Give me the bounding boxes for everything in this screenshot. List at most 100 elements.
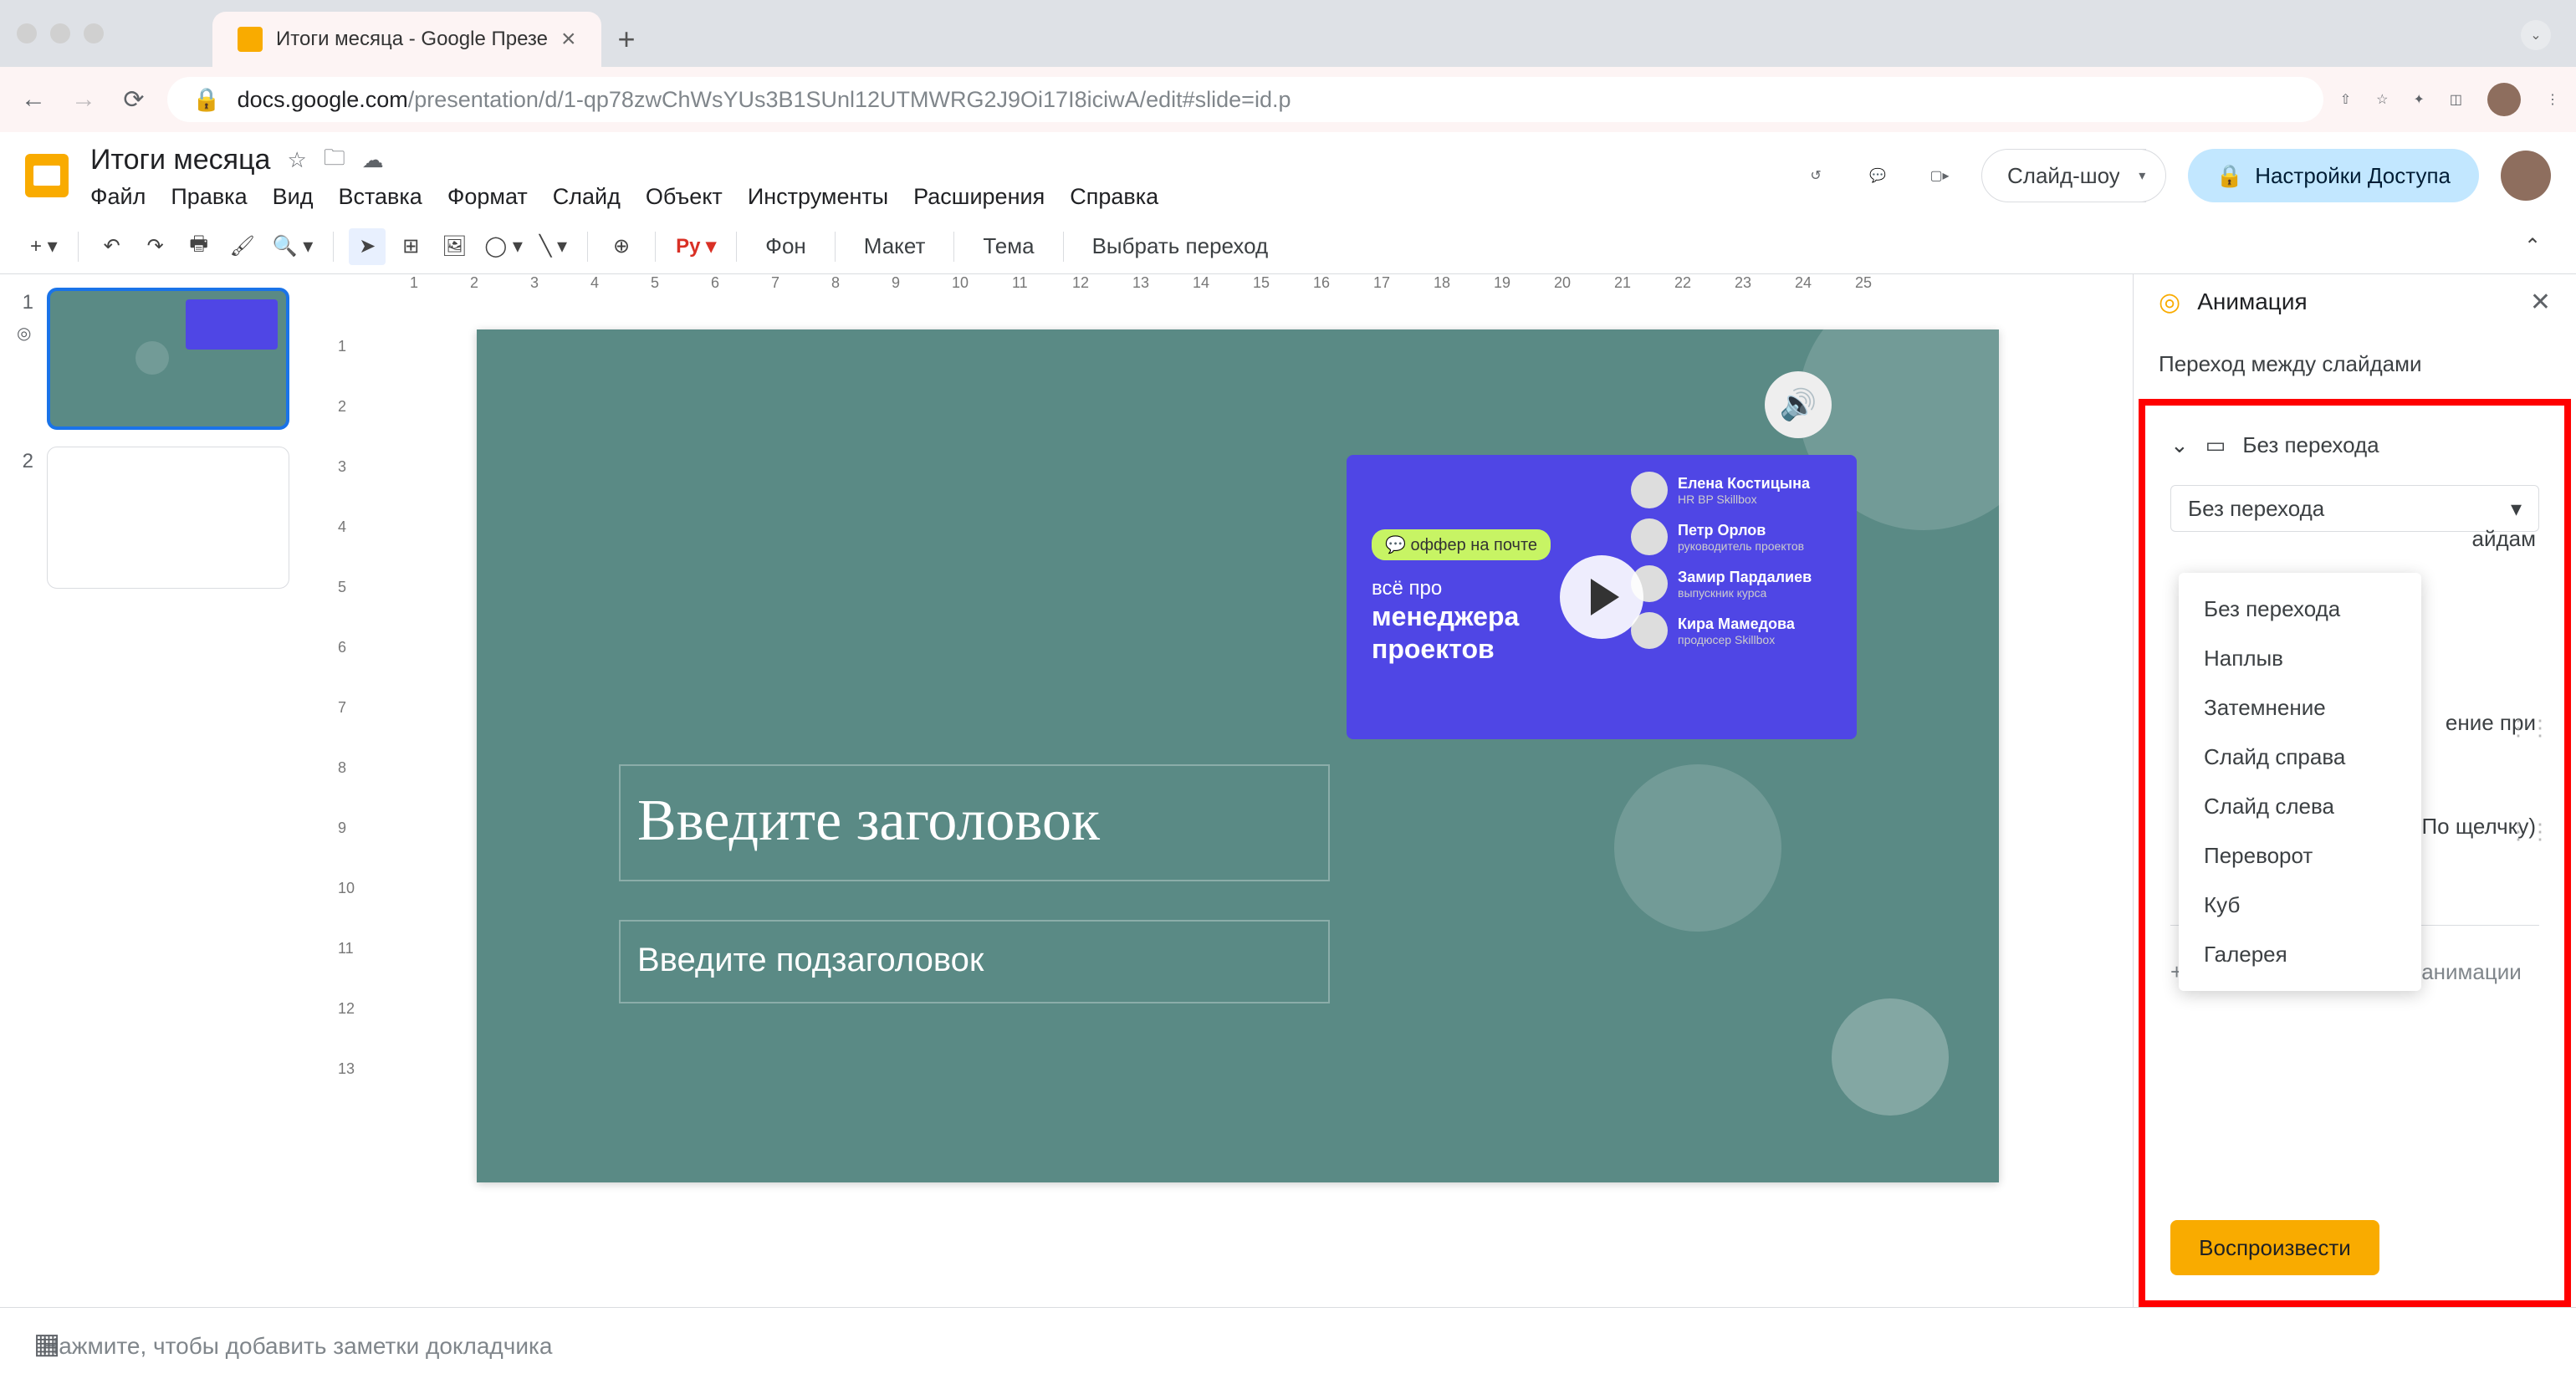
menu-view[interactable]: Вид (273, 184, 314, 210)
apply-all-fragment[interactable]: айдам (2472, 526, 2537, 552)
motion-indicator-icon: ◎ (17, 323, 33, 344)
menu-object[interactable]: Объект (646, 184, 723, 210)
workspace: 1 ◎ 2 1234567891011121314151617181920212… (0, 274, 2576, 1307)
print-button[interactable]: 🖶 (181, 228, 217, 265)
back-button[interactable]: ← (17, 83, 50, 116)
account-avatar[interactable] (2501, 151, 2551, 201)
video-embed[interactable]: 💬 оффер на почте всё про менеджера проек… (1347, 455, 1857, 739)
menu-extensions[interactable]: Расширения (913, 184, 1045, 210)
menu-format[interactable]: Формат (447, 184, 528, 210)
chevron-down-icon: ⌄ (2170, 432, 2189, 458)
shape-tool[interactable]: ◯ ▾ (479, 228, 528, 265)
video-badge: 💬 оффер на почте (1372, 529, 1551, 560)
slide-canvas[interactable]: 🔊 💬 оффер на почте всё про менеджера про… (477, 329, 1999, 1182)
maximize-window[interactable] (84, 23, 104, 43)
transition-optiondropdown-option[interactable]: Слайд справа (2179, 733, 2421, 782)
close-panel-icon[interactable]: ✕ (2530, 288, 2551, 317)
transition-optiondropdown-option[interactable]: Наплыв (2179, 634, 2421, 683)
chrome-menu-icon[interactable]: ⋮ (2546, 91, 2559, 108)
lang-indicator[interactable]: Рy ▾ (671, 228, 721, 265)
transition-optiondropdown-option[interactable]: Без перехода (2179, 585, 2421, 634)
new-slide-button[interactable]: + ▾ (25, 228, 63, 265)
textbox-tool[interactable]: ⊞ (392, 228, 429, 265)
animation-panel-header: ◎ Анимация ✕ (2134, 274, 2576, 329)
transition-button[interactable]: Выбрать переход (1079, 233, 1282, 259)
app-header: Итоги месяца ☆ 🗀 ☁ Файл Правка Вид Встав… (0, 132, 2576, 219)
tabs-expand-icon[interactable]: ⌄ (2521, 20, 2551, 50)
reload-button[interactable]: ⟳ (117, 83, 151, 116)
minimize-window[interactable] (50, 23, 70, 43)
menu-tools[interactable]: Инструменты (748, 184, 888, 210)
undo-button[interactable]: ↶ (94, 228, 130, 265)
dropdown-selected-value: Без перехода (2188, 496, 2324, 522)
toolbar: + ▾ ↶ ↷ 🖶 🖌 🔍 ▾ ➤ ⊞ 🖼 ◯ ▾ ╲ ▾ ⊕ Рy ▾ Фон… (0, 219, 2576, 274)
comment-tool[interactable]: ⊕ (603, 228, 640, 265)
menu-edit[interactable]: Правка (171, 184, 247, 210)
audio-icon[interactable]: 🔊 (1765, 371, 1832, 438)
bookmark-icon[interactable]: ☆ (2376, 91, 2388, 108)
browser-toolbar: ← → ⟳ 🔒 docs.google.com/presentation/d/1… (0, 67, 2576, 132)
move-folder-icon[interactable]: 🗀 (324, 142, 345, 179)
layout-button[interactable]: Макет (851, 233, 939, 259)
menu-help[interactable]: Справка (1070, 184, 1158, 210)
transition-optiondropdown-option[interactable]: Галерея (2179, 930, 2421, 979)
theme-button[interactable]: Тема (969, 233, 1047, 259)
browser-tab-strip: Итоги месяца - Google Презе × + ⌄ (0, 0, 2576, 67)
current-transition-label: Без перехода (2242, 432, 2379, 458)
image-tool[interactable]: 🖼 (436, 228, 473, 265)
animation-panel-title: Анимация (2197, 289, 2307, 315)
redo-button[interactable]: ↷ (137, 228, 174, 265)
current-transition-row[interactable]: ⌄ ▭ Без перехода (2162, 422, 2548, 468)
video-play-icon[interactable] (1560, 555, 1643, 639)
sidepanel-icon[interactable]: ◫ (2450, 91, 2462, 108)
slideshow-dropdown[interactable]: ▾ (2119, 149, 2166, 202)
select-tool[interactable]: ➤ (349, 228, 386, 265)
transition-optiondropdown-option[interactable]: Слайд слева (2179, 782, 2421, 831)
lock-icon: 🔒 (192, 86, 221, 113)
share-page-icon[interactable]: ⇧ (2340, 91, 2351, 108)
tab-close-icon[interactable]: × (561, 25, 576, 54)
history-icon[interactable]: ↺ (1796, 156, 1836, 196)
background-button[interactable]: Фон (752, 233, 820, 259)
annotation-highlight: ⌄ ▭ Без перехода Без перехода ▾ айдам ен… (2139, 399, 2571, 1307)
hide-menus-icon[interactable]: ⌃ (2514, 228, 2551, 265)
dropdown-arrow-icon: ▾ (2511, 496, 2522, 522)
menu-file[interactable]: Файл (90, 184, 146, 210)
video-text: менеджера (1372, 600, 1551, 632)
close-window[interactable] (17, 23, 37, 43)
document-title[interactable]: Итоги месяца (90, 144, 270, 176)
motion-icon: ◎ (2159, 288, 2180, 317)
transition-optiondropdown-option[interactable]: Переворот (2179, 831, 2421, 881)
grid-view-icon[interactable]: ▦ (33, 1327, 60, 1361)
star-icon[interactable]: ☆ (287, 147, 306, 173)
transition-optiondropdown-option[interactable]: Затемнение (2179, 683, 2421, 733)
new-tab-button[interactable]: + (618, 22, 636, 57)
menu-slide[interactable]: Слайд (553, 184, 621, 210)
paint-format-button[interactable]: 🖌 (224, 228, 261, 265)
cloud-status-icon[interactable]: ☁ (362, 147, 384, 173)
animation-panel: ◎ Анимация ✕ Переход между слайдами ⌄ ▭ … (2133, 274, 2576, 1307)
drag-handle-icon[interactable]: ⋮⋮ (2507, 819, 2551, 845)
comments-icon[interactable]: 💬 (1858, 156, 1898, 196)
video-call-icon[interactable]: ▢▸ (1919, 156, 1960, 196)
share-button[interactable]: 🔒 Настройки Доступа (2188, 149, 2479, 202)
transition-optiondropdown-option[interactable]: Куб (2179, 881, 2421, 930)
address-bar[interactable]: 🔒 docs.google.com/presentation/d/1-qp78z… (167, 77, 2323, 122)
zoom-button[interactable]: 🔍 ▾ (268, 228, 319, 265)
slide-thumb-1[interactable] (47, 288, 289, 430)
menu-insert[interactable]: Вставка (338, 184, 422, 210)
slide-thumbnails-panel: 1 ◎ 2 (0, 274, 326, 1307)
title-placeholder[interactable]: Введите заголовок (619, 764, 1330, 881)
forward-button[interactable]: → (67, 83, 100, 116)
slides-logo-icon[interactable] (25, 154, 69, 197)
extensions-icon[interactable]: ✦ (2413, 91, 2424, 108)
line-tool[interactable]: ╲ ▾ (534, 228, 572, 265)
drag-handle-icon[interactable]: ⋮⋮ (2507, 715, 2551, 741)
subtitle-placeholder[interactable]: Введите подзаголовок (619, 920, 1330, 1003)
slide-thumb-2[interactable] (47, 447, 289, 589)
speaker-notes[interactable]: Нажмите, чтобы добавить заметки докладчи… (0, 1307, 2576, 1394)
profile-avatar[interactable] (2487, 83, 2521, 116)
browser-tab[interactable]: Итоги месяца - Google Презе × (212, 12, 601, 67)
transition-dropdown[interactable]: Без перехода ▾ (2170, 485, 2539, 532)
play-animations-button[interactable]: Воспроизвести (2170, 1220, 2379, 1275)
